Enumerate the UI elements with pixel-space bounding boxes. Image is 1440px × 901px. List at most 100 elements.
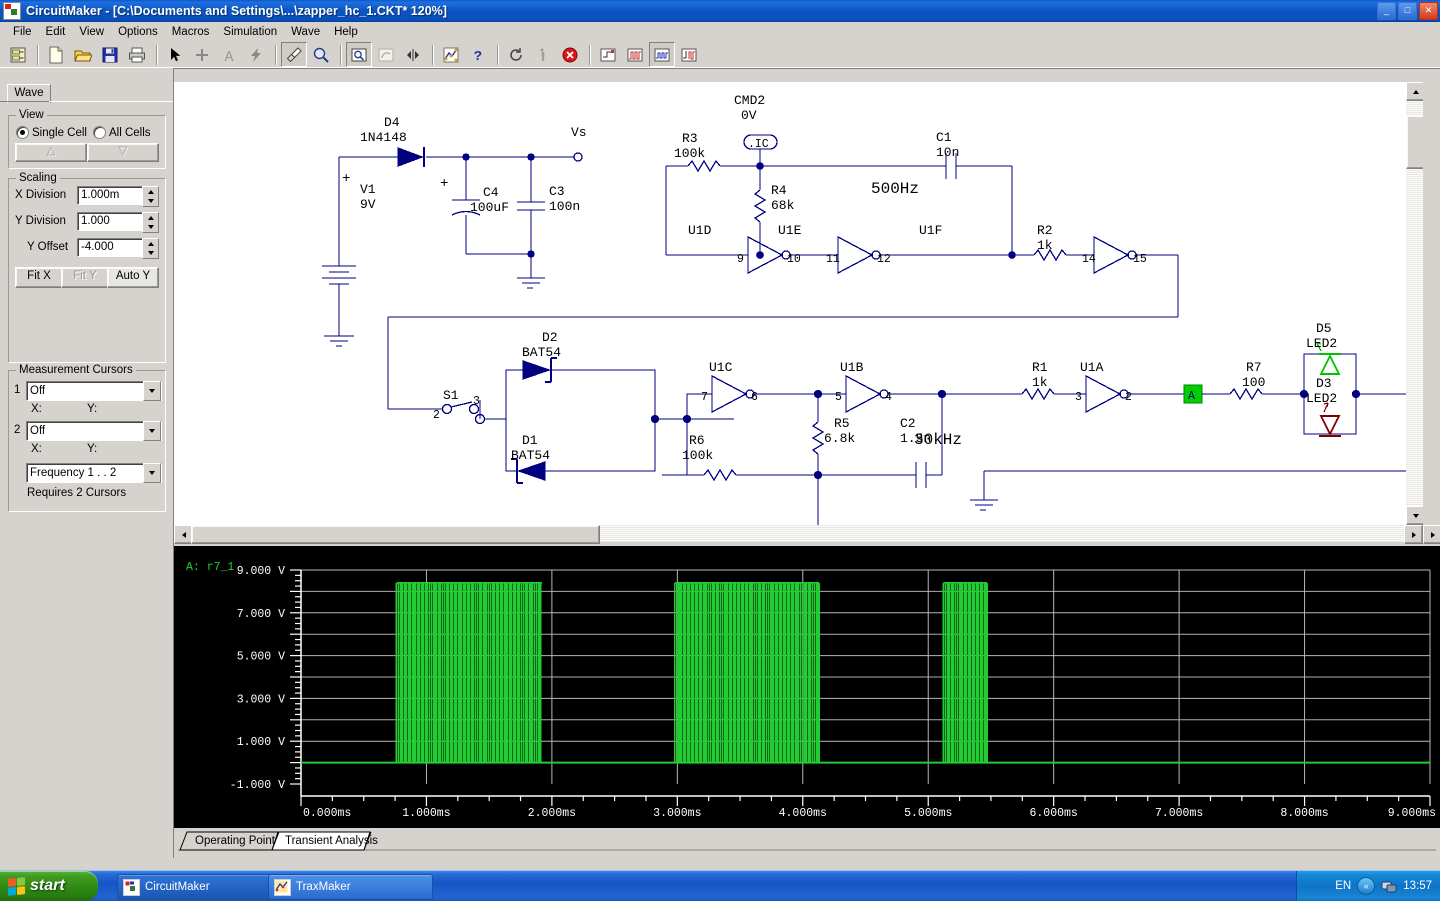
y-division-label: Y Division bbox=[15, 215, 66, 227]
x-division-stepper[interactable] bbox=[142, 186, 159, 207]
main-toolbar: A ? bbox=[0, 41, 1440, 69]
scroll-up-arrow[interactable] bbox=[1406, 82, 1423, 101]
wire-plus-icon[interactable] bbox=[189, 42, 215, 67]
save-icon[interactable] bbox=[97, 42, 123, 67]
y-axis-tick-label: 3.000 V bbox=[237, 693, 285, 706]
radio-all-cells-dot bbox=[93, 126, 106, 139]
label-r7-value: 100 bbox=[1242, 375, 1265, 390]
transient-icon[interactable] bbox=[649, 42, 675, 67]
waveform-icon[interactable] bbox=[622, 42, 648, 67]
vertical-scroll-thumb[interactable] bbox=[1406, 115, 1423, 169]
print-icon[interactable] bbox=[124, 42, 150, 67]
tray-network-icon[interactable] bbox=[1381, 878, 1397, 894]
fit-x-button[interactable]: Fit X bbox=[15, 267, 63, 288]
y-axis-tick-label: 1.000 V bbox=[237, 736, 285, 749]
cursor-function-select[interactable]: Frequency 1 . . 2 bbox=[26, 463, 162, 483]
rotate-icon[interactable] bbox=[373, 42, 399, 67]
start-button[interactable]: start bbox=[0, 871, 98, 901]
scroll-right-arrow[interactable] bbox=[1404, 525, 1423, 544]
radio-all-cells[interactable]: All Cells bbox=[93, 126, 151, 139]
label-u1e: U1E bbox=[778, 223, 802, 238]
horizontal-scroll-thumb[interactable] bbox=[191, 525, 600, 544]
help-icon[interactable]: ? bbox=[465, 42, 491, 67]
maximize-button[interactable]: □ bbox=[1398, 2, 1417, 20]
tools-icon[interactable] bbox=[530, 42, 556, 67]
close-button[interactable]: ✕ bbox=[1419, 2, 1438, 20]
schematic-horizontal-scrollbar[interactable] bbox=[174, 525, 1423, 544]
cursor-1-value: Off bbox=[30, 385, 46, 397]
cursor-2-select[interactable]: Off bbox=[26, 421, 162, 441]
chevron-down-icon[interactable] bbox=[143, 381, 161, 401]
tray-expand-chevron-icon[interactable]: « bbox=[1357, 877, 1376, 895]
wave-control-panel: Wave View Single Cell All Cells △ ▽ Scal… bbox=[0, 68, 174, 858]
label-v1: V1 bbox=[360, 182, 376, 197]
schematic-vertical-scrollbar[interactable] bbox=[1406, 82, 1423, 525]
text-icon[interactable]: A bbox=[216, 42, 242, 67]
circuitmaker-icon bbox=[3, 2, 21, 20]
window-controls: _ □ ✕ bbox=[1377, 2, 1438, 20]
chevron-down-icon[interactable] bbox=[143, 421, 161, 441]
label-r2-value: 1k bbox=[1037, 238, 1053, 253]
pin-11: 11 bbox=[826, 253, 840, 266]
waveform-display[interactable]: A: r7_1 9.000 V 7.000 V 5.000 V 3.000 V 1.000… bbox=[174, 546, 1440, 828]
taskbar-item-traxmaker[interactable]: TraxMaker bbox=[268, 874, 433, 900]
netlist-icon[interactable] bbox=[5, 42, 31, 67]
label-d3: D3 bbox=[1316, 376, 1332, 391]
fit-y-button[interactable]: Fit Y bbox=[61, 267, 109, 288]
label-cmd2: CMD2 bbox=[734, 93, 765, 108]
label-vs: Vs bbox=[571, 125, 587, 140]
menu-macros[interactable]: Macros bbox=[165, 24, 217, 40]
label-cmd2-ic: .IC bbox=[748, 138, 769, 151]
digital-trace-icon[interactable] bbox=[676, 42, 702, 67]
s1-pin-2: 2 bbox=[433, 409, 440, 422]
cursors-group-title: Measurement Cursors bbox=[16, 364, 136, 376]
new-icon[interactable] bbox=[43, 42, 69, 67]
zoom-icon[interactable] bbox=[308, 42, 334, 67]
digital-step-icon[interactable] bbox=[595, 42, 621, 67]
menu-file[interactable]: File bbox=[6, 24, 39, 40]
tab-transient-analysis[interactable]: Transient Analysis bbox=[278, 833, 385, 850]
x-axis-tick-label: 7.000ms bbox=[1155, 807, 1203, 820]
zoom-area-icon[interactable] bbox=[346, 42, 372, 67]
tab-operating-point[interactable]: Operating Point bbox=[188, 833, 282, 850]
menu-wave[interactable]: Wave bbox=[284, 24, 327, 40]
scroll-down-button[interactable]: ▽ bbox=[87, 143, 159, 162]
radio-single-cell[interactable]: Single Cell bbox=[16, 126, 87, 139]
chevron-down-icon[interactable] bbox=[143, 463, 161, 483]
probe-label-a: A bbox=[1188, 390, 1195, 403]
y-offset-input[interactable]: -4.000 bbox=[77, 238, 144, 257]
x-division-input[interactable]: 1.000m bbox=[77, 186, 144, 205]
label-u1f: U1F bbox=[919, 223, 942, 238]
arrow-select-icon[interactable] bbox=[162, 42, 188, 67]
stop-icon[interactable] bbox=[557, 42, 583, 67]
reset-icon[interactable] bbox=[503, 42, 529, 67]
cursor-1-number: 1 bbox=[14, 384, 21, 396]
y-division-stepper[interactable] bbox=[142, 212, 159, 233]
menu-edit[interactable]: Edit bbox=[39, 24, 73, 40]
analysis-setup-icon[interactable] bbox=[438, 42, 464, 67]
label-r2: R2 bbox=[1037, 223, 1053, 238]
auto-y-button[interactable]: Auto Y bbox=[107, 267, 159, 288]
menu-view[interactable]: View bbox=[72, 24, 111, 40]
open-icon[interactable] bbox=[70, 42, 96, 67]
mirror-icon[interactable] bbox=[400, 42, 426, 67]
y-offset-stepper[interactable] bbox=[142, 238, 159, 259]
tray-language-indicator[interactable]: EN bbox=[1335, 880, 1351, 892]
x-axis-tick-label: 4.000ms bbox=[779, 807, 827, 820]
taskbar-item-circuitmaker[interactable]: CircuitMaker bbox=[117, 874, 279, 900]
scroll-down-arrow[interactable] bbox=[1406, 506, 1423, 525]
menu-simulation[interactable]: Simulation bbox=[216, 24, 284, 40]
pin-4: 4 bbox=[885, 391, 892, 404]
tray-clock[interactable]: 13:57 bbox=[1403, 880, 1432, 892]
cursor-1-select[interactable]: Off bbox=[26, 381, 162, 401]
lightning-icon[interactable] bbox=[243, 42, 269, 67]
probe-icon[interactable] bbox=[281, 42, 307, 67]
label-c4: C4 bbox=[483, 185, 499, 200]
schematic-drawing[interactable]: D4 1N4148 V1 9V C4 100uF C3 100n Vs + + … bbox=[174, 82, 1423, 525]
label-freq-30khz: 30kHz bbox=[914, 431, 962, 449]
menu-help[interactable]: Help bbox=[327, 24, 365, 40]
minimize-button[interactable]: _ bbox=[1377, 2, 1396, 20]
scroll-up-button[interactable]: △ bbox=[15, 143, 87, 162]
y-division-input[interactable]: 1.000 bbox=[77, 212, 144, 231]
menu-options[interactable]: Options bbox=[111, 24, 165, 40]
